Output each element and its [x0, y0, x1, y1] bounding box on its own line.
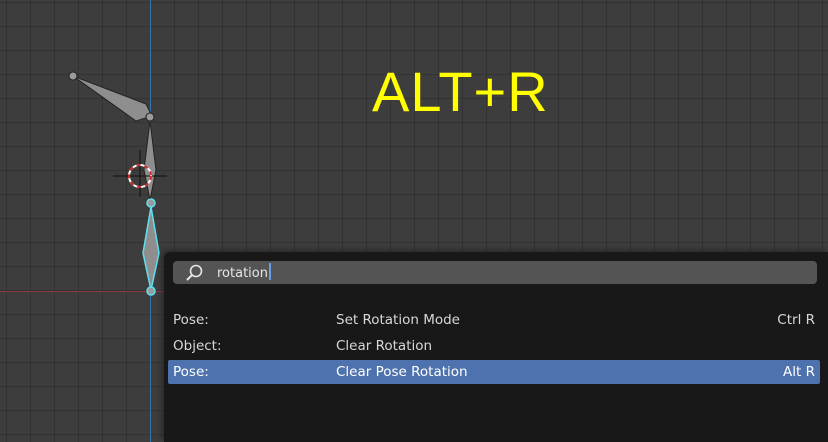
result-operator-name: Clear Pose Rotation [336, 364, 468, 380]
text-caret [268, 263, 271, 280]
result-category: Object: [173, 338, 222, 354]
search-query: rotation [217, 263, 271, 282]
result-item[interactable]: Pose: Set Rotation Mode Ctrl R [168, 308, 820, 332]
result-shortcut: Ctrl R [777, 312, 815, 328]
search-icon [186, 264, 203, 281]
result-category: Pose: [173, 312, 209, 328]
result-category: Pose: [173, 364, 209, 380]
shortcut-overlay-text: ALT+R [372, 60, 549, 123]
result-item[interactable]: Object: Clear Rotation [168, 334, 820, 358]
bone-middle[interactable] [143, 120, 157, 201]
result-item-selected[interactable]: Pose: Clear Pose Rotation Alt R [168, 360, 820, 384]
result-shortcut: Alt R [783, 364, 815, 380]
result-operator-name: Set Rotation Mode [336, 312, 460, 328]
bone-upper[interactable] [68, 71, 155, 122]
search-results-list: Pose: Set Rotation Mode Ctrl R Object: C… [168, 308, 820, 386]
3d-viewport[interactable]: ALT+R rotation Pose: Set Rotation Mode C… [0, 0, 828, 442]
result-operator-name: Clear Rotation [336, 338, 433, 354]
search-input[interactable]: rotation [173, 261, 817, 284]
bone-active[interactable] [142, 198, 160, 296]
3d-cursor-icon [113, 150, 167, 197]
operator-search-menu[interactable]: rotation Pose: Set Rotation Mode Ctrl R … [164, 252, 828, 442]
